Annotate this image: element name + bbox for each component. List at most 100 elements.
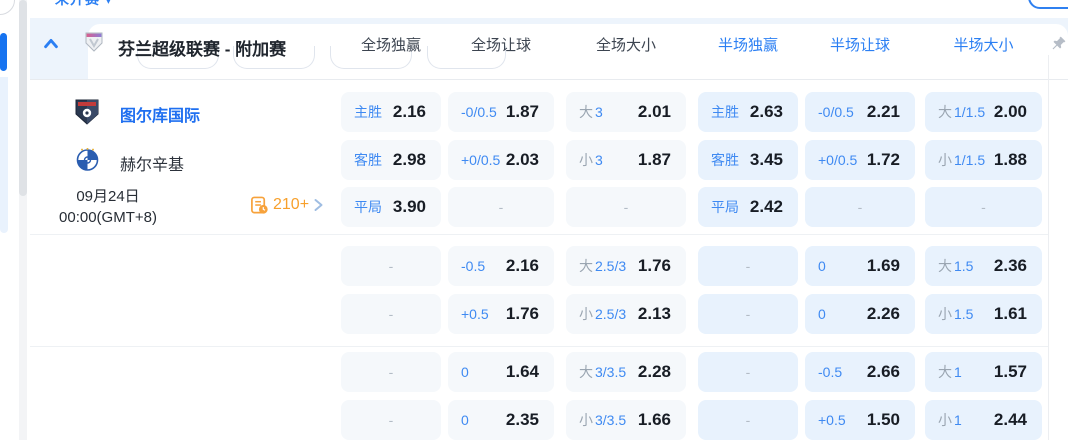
odds-cell[interactable]: 小 1/1.5 1.88 <box>925 140 1042 180</box>
odds-cell[interactable]: 小 3 1.87 <box>566 140 686 180</box>
odds-selection-label: +0.5 <box>818 412 846 428</box>
odds-value: 3.90 <box>392 197 426 216</box>
odds-cell[interactable]: 主胜 2.16 <box>341 92 441 132</box>
empty-odds-dash: - <box>745 364 751 380</box>
handicap-line: 3/3.5 <box>595 364 627 380</box>
odds-cell[interactable]: - <box>341 400 441 440</box>
odds-selection-label: -0.5 <box>818 364 843 380</box>
odds-value: 1.69 <box>866 256 900 275</box>
odds-value: 2.98 <box>392 150 426 169</box>
odds-cell[interactable]: 大 3/3.5 2.28 <box>566 352 686 392</box>
scrollbar-thumb[interactable] <box>19 0 27 196</box>
over-under-prefix: 大 <box>579 258 593 274</box>
odds-cell[interactable]: - <box>341 352 441 392</box>
odds-cell[interactable]: - <box>698 400 798 440</box>
odds-cell[interactable]: - <box>698 246 798 286</box>
odds-cell[interactable]: 大 2.5/3 1.76 <box>566 246 686 286</box>
odds-cell[interactable]: - <box>698 294 798 334</box>
odds-cell[interactable]: 0 2.35 <box>448 400 554 440</box>
left-highlight-strip <box>0 77 8 233</box>
odds-cell[interactable]: 小 3/3.5 1.66 <box>566 400 686 440</box>
odds-cell[interactable]: +0.5 1.76 <box>448 294 554 334</box>
odds-cell[interactable]: 大 3 2.01 <box>566 92 686 132</box>
odds-value: 1.61 <box>993 304 1027 323</box>
handicap-line: 1/1.5 <box>954 152 986 168</box>
odds-cell[interactable]: 大 1/1.5 2.00 <box>925 92 1042 132</box>
empty-odds-dash: - <box>981 199 986 215</box>
handicap-line: 3/3.5 <box>595 412 627 428</box>
odds-cell[interactable]: 平局 2.42 <box>698 187 798 227</box>
odds-cell[interactable]: 0 1.64 <box>448 352 554 392</box>
odds-value: 2.01 <box>637 102 671 121</box>
left-accent-bar <box>0 33 7 71</box>
odds-cell[interactable]: 客胜 3.45 <box>698 140 798 180</box>
odds-cell[interactable]: 小 2.5/3 2.13 <box>566 294 686 334</box>
odds-cell[interactable]: - <box>566 187 686 227</box>
odds-cell[interactable]: - <box>341 246 441 286</box>
odds-selection-label: 主胜 <box>354 104 382 120</box>
odds-selection-label: -0.5 <box>461 258 486 274</box>
odds-value: 2.63 <box>749 102 783 121</box>
handicap-line: 1/1.5 <box>954 104 986 120</box>
odds-cell[interactable]: -0.5 2.66 <box>805 352 915 392</box>
odds-cell[interactable]: - <box>698 352 798 392</box>
handicap-line: 2.5/3 <box>595 306 627 322</box>
handicap-line: 1 <box>954 364 962 380</box>
over-under-prefix: 大 <box>938 364 952 380</box>
odds-cell[interactable]: - <box>925 187 1042 227</box>
odds-cell[interactable]: -0.5 2.16 <box>448 246 554 286</box>
odds-cell[interactable]: 大 1.5 2.36 <box>925 246 1042 286</box>
odds-selection-label: -0/0.5 <box>461 104 497 120</box>
odds-value: 2.16 <box>505 256 539 275</box>
over-under-prefix: 小 <box>579 152 593 168</box>
odds-value: 2.21 <box>866 102 900 121</box>
odds-selection-label: 0 <box>461 364 469 380</box>
odds-cell[interactable]: 0 2.26 <box>805 294 915 334</box>
odds-cell[interactable]: - <box>805 187 915 227</box>
odds-cell[interactable]: 平局 3.90 <box>341 187 441 227</box>
odds-cell[interactable]: +0/0.5 2.03 <box>448 140 554 180</box>
odds-cell[interactable]: - <box>341 294 441 334</box>
odds-cell[interactable]: -0/0.5 2.21 <box>805 92 915 132</box>
odds-cell[interactable]: +0.5 1.50 <box>805 400 915 440</box>
odds-value: 3.45 <box>749 150 783 169</box>
odds-value: 1.72 <box>866 150 900 169</box>
odds-cell[interactable]: 大 1 1.57 <box>925 352 1042 392</box>
handicap-line: 3 <box>595 104 603 120</box>
league-title: 芬兰超级联赛 - 附加赛 <box>118 40 287 59</box>
odds-value: 2.66 <box>866 362 900 381</box>
collapse-chevron-up-icon[interactable] <box>42 35 60 53</box>
odds-cell[interactable]: 小 1.5 1.61 <box>925 294 1042 334</box>
odds-cell[interactable]: -0/0.5 1.87 <box>448 92 554 132</box>
floating-button-partial[interactable] <box>0 0 15 15</box>
handicap-line: 1 <box>954 412 962 428</box>
more-markets-link[interactable]: 210+ <box>250 194 324 216</box>
over-under-prefix: 小 <box>579 412 593 428</box>
odds-value: 2.13 <box>637 304 671 323</box>
empty-odds-dash: - <box>498 199 504 215</box>
pin-icon[interactable] <box>1052 36 1066 50</box>
over-under-prefix: 大 <box>579 364 593 380</box>
odds-value: 2.00 <box>993 102 1027 121</box>
home-team-name[interactable]: 图尔库国际 <box>120 102 200 126</box>
odds-cell[interactable]: 客胜 2.98 <box>341 140 441 180</box>
away-team-name[interactable]: 赫尔辛基 <box>120 151 184 175</box>
odds-cell[interactable]: 小 1 2.44 <box>925 400 1042 440</box>
scrollbar[interactable] <box>19 0 27 440</box>
over-under-prefix: 小 <box>938 152 952 168</box>
empty-odds-dash: - <box>857 199 863 215</box>
odds-selection-label: +0.5 <box>461 306 489 322</box>
odds-selection-label: 客胜 <box>711 152 739 168</box>
odds-value: 2.42 <box>749 197 783 216</box>
group-divider <box>30 346 1048 347</box>
handicap-line: 1.5 <box>954 306 974 322</box>
odds-value: 1.64 <box>505 362 539 381</box>
clipped-tab-label[interactable]: 未开赛 ▾ <box>55 0 175 9</box>
odds-cell[interactable]: +0/0.5 1.72 <box>805 140 915 180</box>
odds-value: 2.35 <box>505 410 539 429</box>
odds-cell[interactable]: 0 1.69 <box>805 246 915 286</box>
odds-cell[interactable]: 主胜 2.63 <box>698 92 798 132</box>
column-header: 半场让球 <box>829 37 890 54</box>
odds-cell[interactable]: - <box>448 187 554 227</box>
over-under-prefix: 小 <box>579 306 593 322</box>
